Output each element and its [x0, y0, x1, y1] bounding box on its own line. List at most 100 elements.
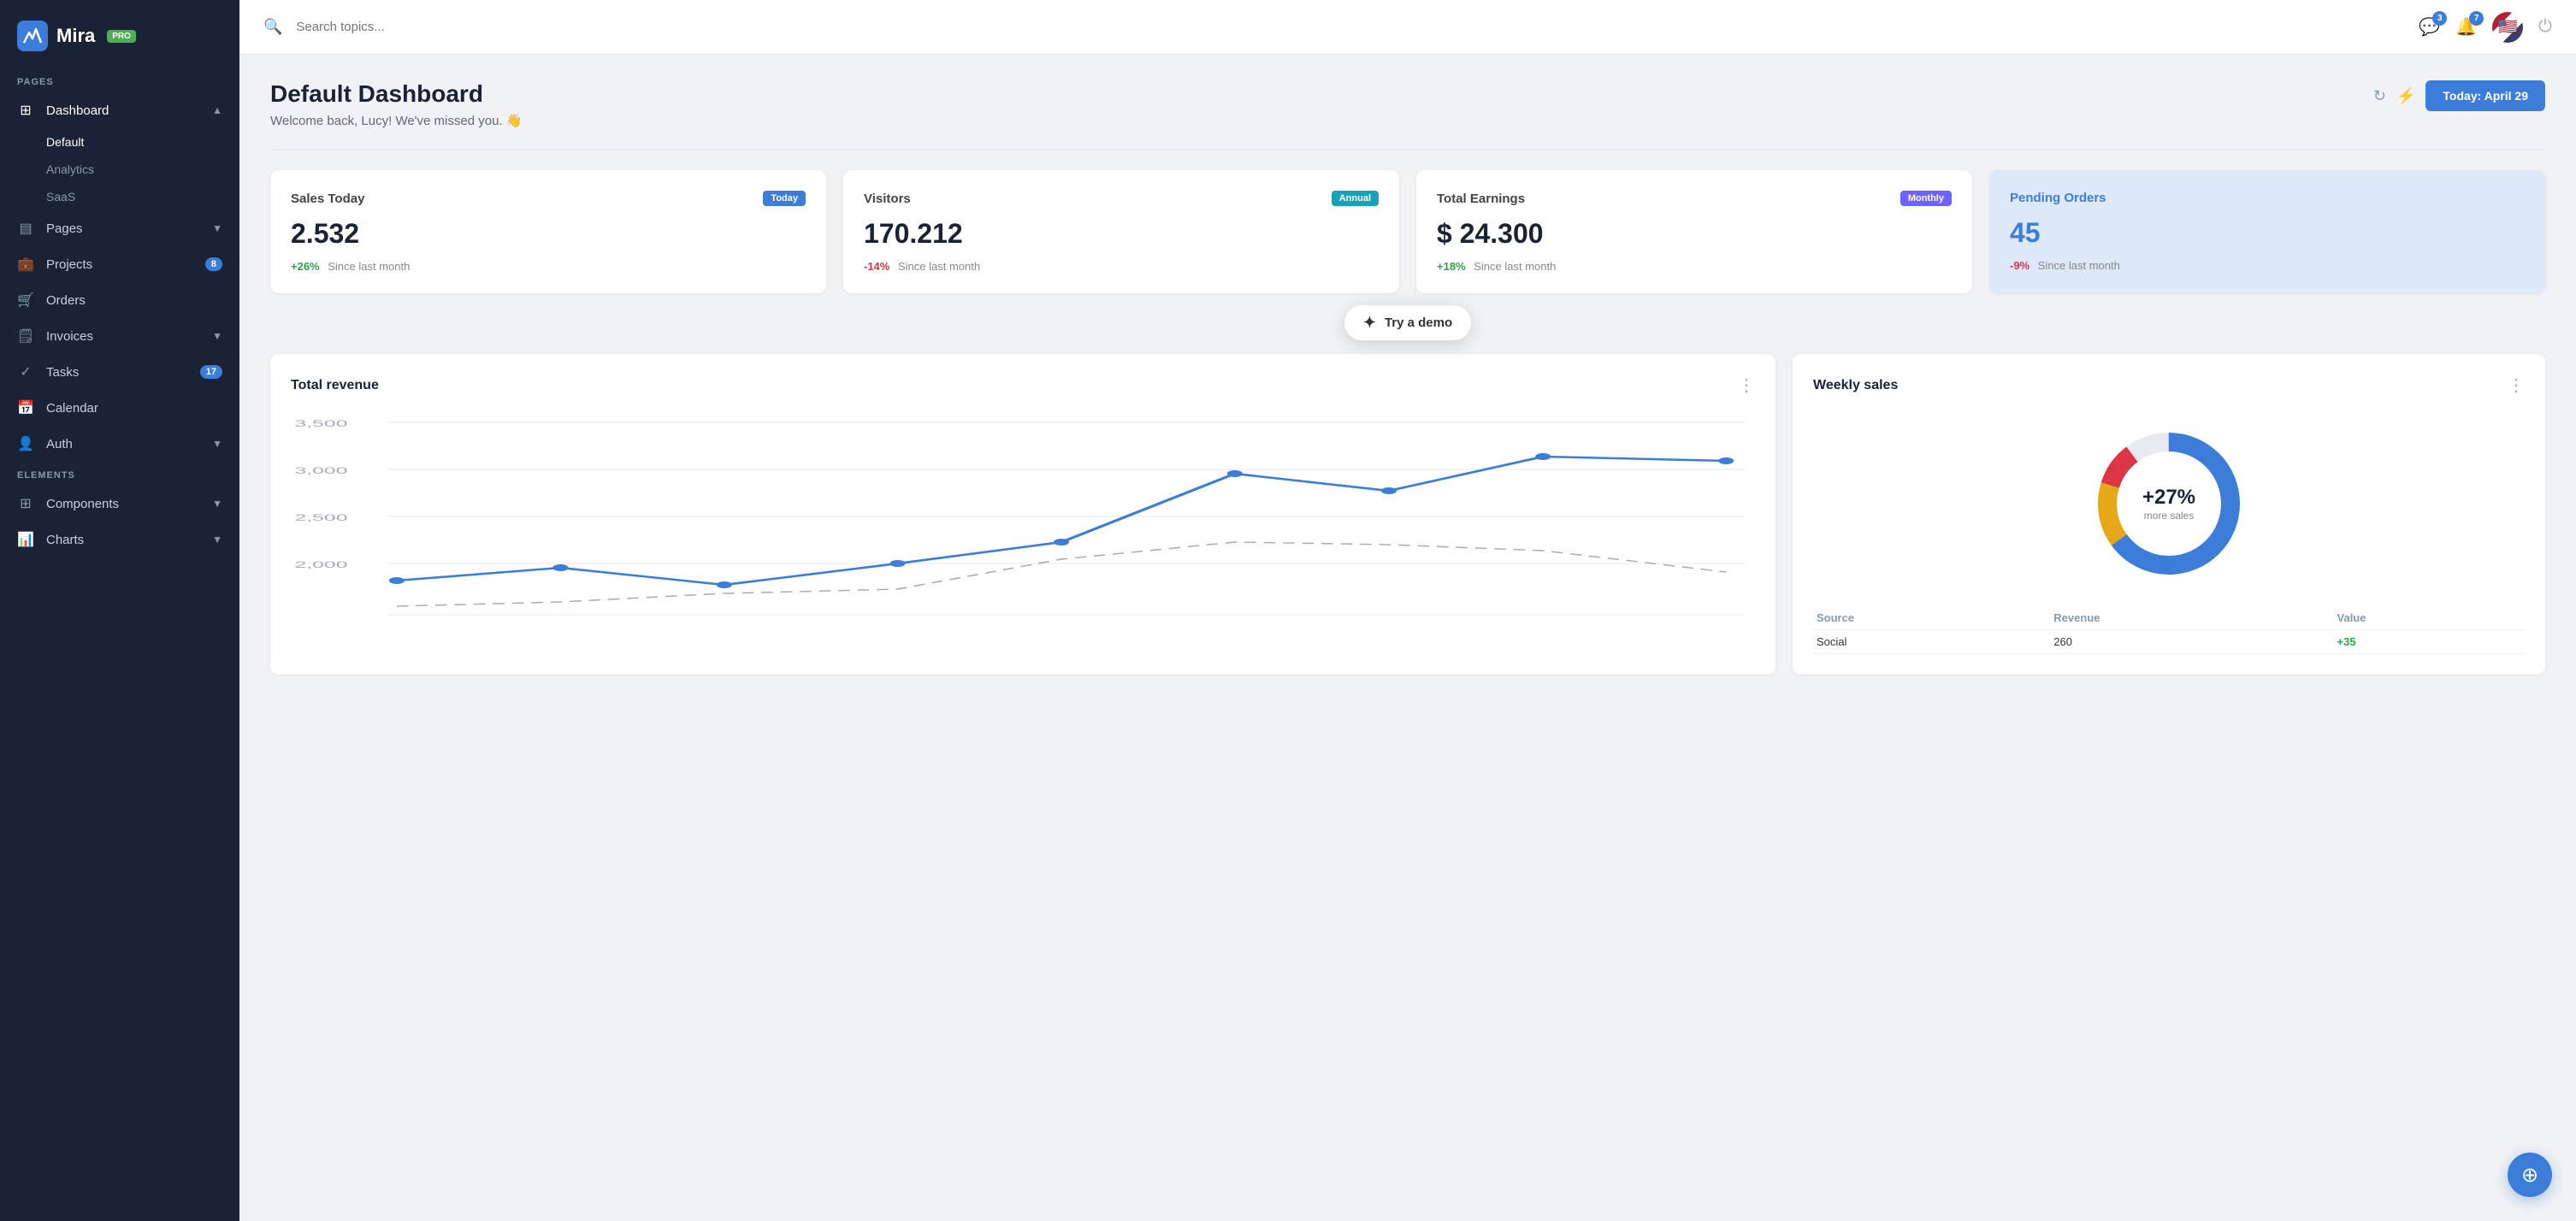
projects-icon: 💼	[17, 256, 34, 273]
stat-value: 2.532	[291, 218, 806, 250]
chart-menu-icon[interactable]: ⋮	[1738, 375, 1755, 396]
pages-section-label: PAGES	[0, 68, 239, 92]
stat-since: Since last month	[898, 260, 980, 273]
chevron-down-icon: ▼	[212, 330, 222, 342]
demo-tooltip[interactable]: ✦ Try a demo	[1344, 305, 1471, 340]
chart-card-header: Total revenue ⋮	[291, 375, 1755, 396]
power-button[interactable]: ⏻	[2538, 17, 2552, 37]
date-button[interactable]: Today: April 29	[2425, 80, 2545, 111]
sidebar-item-invoices[interactable]: 🗒 Invoices ▼	[0, 318, 239, 354]
col-source: Source	[1813, 606, 2050, 630]
stat-card-title: Visitors	[864, 192, 911, 206]
fab-button[interactable]: ⊕	[2508, 1153, 2552, 1197]
sidebar-item-label: Projects	[46, 257, 92, 272]
charts-icon: 📊	[17, 531, 34, 548]
stat-card-header: Total Earnings Monthly	[1437, 191, 1952, 206]
tasks-icon: ✓	[17, 363, 34, 380]
stat-since: Since last month	[2038, 259, 2120, 272]
stat-cards: Sales Today Today 2.532 +26% Since last …	[270, 170, 2545, 293]
weekly-sales-chart-card: Weekly sales ⋮	[1793, 354, 2545, 675]
sidebar-item-components[interactable]: ⊞ Components ▼	[0, 486, 239, 522]
sidebar-item-charts[interactable]: 📊 Charts ▼	[0, 522, 239, 557]
sidebar: Mira PRO PAGES ⊞ Dashboard ▲ Default Ana…	[0, 0, 239, 1221]
stat-since: Since last month	[1474, 260, 1556, 273]
stat-value: $ 24.300	[1437, 218, 1952, 250]
sidebar-item-label: Tasks	[46, 365, 79, 380]
col-value: Value	[2334, 606, 2525, 630]
chart-card-header: Weekly sales ⋮	[1813, 375, 2525, 396]
svg-text:2,500: 2,500	[295, 513, 348, 523]
source-cell: Social	[1813, 630, 2050, 654]
sidebar-item-calendar[interactable]: 📅 Calendar	[0, 390, 239, 426]
revenue-chart-card: Total revenue ⋮ 3,500 3,000 2,500 2,000	[270, 354, 1775, 675]
revenue-chart-title: Total revenue	[291, 378, 379, 393]
stat-footer: -9% Since last month	[2010, 259, 2525, 272]
sidebar-item-label: Components	[46, 497, 119, 511]
logo-area: Mira PRO	[0, 0, 239, 68]
stat-card-header: Sales Today Today	[291, 191, 806, 206]
stat-footer: +18% Since last month	[1437, 260, 1952, 273]
filter-icon[interactable]: ⚡	[2396, 87, 2415, 105]
value-cell: +35	[2334, 630, 2525, 654]
sidebar-item-dashboard[interactable]: ⊞ Dashboard ▲	[0, 92, 239, 128]
page-subtitle: Welcome back, Lucy! We've missed you. 👋	[270, 113, 2373, 128]
sidebar-item-auth[interactable]: 👤 Auth ▼	[0, 426, 239, 462]
revenue-cell: 260	[2050, 630, 2333, 654]
stat-card-header: Pending Orders	[2010, 191, 2525, 205]
refresh-icon[interactable]: ↻	[2373, 87, 2386, 105]
sidebar-item-orders[interactable]: 🛒 Orders	[0, 282, 239, 318]
stat-since: Since last month	[328, 260, 410, 273]
stat-card-title: Sales Today	[291, 192, 364, 206]
svg-text:3,500: 3,500	[295, 419, 348, 429]
stat-footer: -14% Since last month	[864, 260, 1379, 273]
page-header-right: ↻ ⚡ Today: April 29	[2373, 80, 2545, 111]
sidebar-sub-item-analytics[interactable]: Analytics	[46, 156, 239, 183]
sidebar-sub-item-saas[interactable]: SaaS	[46, 183, 239, 210]
sidebar-item-label: Calendar	[46, 401, 98, 416]
svg-text:3,000: 3,000	[295, 466, 348, 476]
chart-menu-icon[interactable]: ⋮	[2508, 375, 2525, 396]
language-selector[interactable]: 🇺🇸	[2492, 12, 2523, 43]
content-area: Default Dashboard Welcome back, Lucy! We…	[239, 55, 2576, 1221]
stat-card-header: Visitors Annual	[864, 191, 1379, 206]
stat-card-sales: Sales Today Today 2.532 +26% Since last …	[270, 170, 826, 293]
sidebar-item-projects[interactable]: 💼 Projects 8	[0, 246, 239, 282]
chevron-down-icon: ▼	[212, 222, 222, 234]
sidebar-item-tasks[interactable]: ✓ Tasks 17	[0, 354, 239, 390]
sparkle-icon: ✦	[1363, 314, 1376, 332]
messages-button[interactable]: 💬 3	[2419, 16, 2440, 38]
invoices-icon: 🗒	[17, 327, 34, 345]
page-header-left: Default Dashboard Welcome back, Lucy! We…	[270, 80, 2373, 128]
messages-badge: 3	[2432, 11, 2447, 26]
auth-icon: 👤	[17, 435, 34, 452]
stat-change: -9%	[2010, 259, 2029, 272]
weekly-sales-table: Source Revenue Value Social 260 +35	[1813, 606, 2525, 654]
components-icon: ⊞	[17, 495, 34, 512]
fab-icon: ⊕	[2521, 1163, 2538, 1188]
stat-value: 45	[2010, 217, 2525, 249]
pro-badge: PRO	[107, 30, 136, 43]
sidebar-sub-item-default[interactable]: Default	[46, 128, 239, 156]
stat-change: +18%	[1437, 260, 1466, 273]
search-icon: 🔍	[263, 18, 282, 36]
notifications-button[interactable]: 🔔 7	[2455, 16, 2477, 38]
search-input[interactable]	[296, 20, 570, 34]
stat-badge: Today	[763, 191, 806, 206]
sidebar-item-pages[interactable]: ▤ Pages ▼	[0, 210, 239, 246]
stat-change: -14%	[864, 260, 889, 273]
donut-center: +27% more sales	[2142, 486, 2195, 522]
stat-card-title: Total Earnings	[1437, 192, 1525, 206]
app-name: Mira	[56, 25, 95, 47]
stat-card-visitors: Visitors Annual 170.212 -14% Since last …	[843, 170, 1399, 293]
table-row: Social 260 +35	[1813, 630, 2525, 654]
chevron-down-icon: ▼	[212, 498, 222, 510]
projects-badge: 8	[205, 257, 222, 271]
calendar-icon: 📅	[17, 399, 34, 416]
charts-row: Total revenue ⋮ 3,500 3,000 2,500 2,000	[270, 354, 2545, 675]
sidebar-item-label: Orders	[46, 293, 86, 308]
topbar: 🔍 💬 3 🔔 7 🇺🇸 ⏻	[239, 0, 2576, 55]
sidebar-item-label: Pages	[46, 221, 83, 236]
main-area: 🔍 💬 3 🔔 7 🇺🇸 ⏻ Default Dashboard We	[239, 0, 2576, 1221]
stat-card-pending: Pending Orders 45 -9% Since last month	[1989, 170, 2545, 293]
page-title: Default Dashboard	[270, 80, 2373, 108]
